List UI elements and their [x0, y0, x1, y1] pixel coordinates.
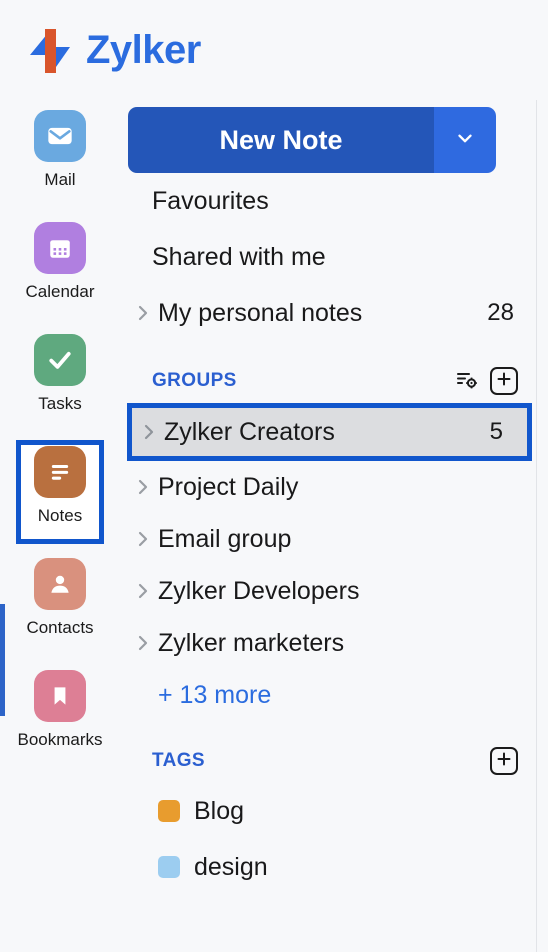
- app-logo-bar: Zylker: [0, 0, 548, 100]
- groups-header-actions: [454, 367, 538, 395]
- brand-name: Zylker: [86, 28, 201, 72]
- plus-icon: [496, 751, 512, 772]
- groups-section-header: GROUPS: [128, 359, 538, 403]
- group-item-zylker-marketers[interactable]: Zylker marketers: [128, 617, 538, 669]
- bookmark-icon: [34, 670, 86, 722]
- group-item-project-daily[interactable]: Project Daily: [128, 461, 538, 513]
- group-item-label: Project Daily: [158, 472, 299, 501]
- nav-item-favourites[interactable]: Favourites: [128, 173, 538, 229]
- app-rail: Mail Calendar Tasks Notes Contacts Bookm…: [0, 100, 120, 952]
- contact-icon: [34, 558, 86, 610]
- chevron-right-icon[interactable]: [134, 478, 152, 496]
- group-item-label: Zylker Creators: [164, 417, 335, 446]
- calendar-icon: [34, 222, 86, 274]
- notes-app-window: Zylker Mail Calendar Tasks Notes Contact…: [0, 0, 548, 952]
- groups-section-title: GROUPS: [152, 370, 237, 391]
- tags-header-actions: [490, 747, 538, 775]
- rail-item-label: Mail: [44, 170, 76, 189]
- show-more-groups-link[interactable]: + 13 more: [128, 669, 538, 721]
- app-body: Mail Calendar Tasks Notes Contacts Bookm…: [0, 100, 548, 952]
- chevron-right-icon[interactable]: [134, 582, 152, 600]
- zylker-logo-icon: [26, 25, 74, 75]
- add-group-button[interactable]: [490, 367, 518, 395]
- tag-item-label: design: [194, 852, 268, 881]
- tag-item-blog[interactable]: Blog: [128, 783, 538, 839]
- rail-item-tasks[interactable]: Tasks: [0, 328, 120, 440]
- group-item-email-group[interactable]: Email group: [128, 513, 538, 565]
- tag-color-swatch: [158, 856, 180, 878]
- chevron-down-icon: [454, 127, 476, 154]
- rail-item-notes[interactable]: Notes: [0, 440, 120, 552]
- chevron-right-icon[interactable]: [134, 304, 152, 322]
- group-item-count: 5: [489, 418, 503, 445]
- tag-item-label: Blog: [194, 796, 245, 825]
- rail-item-label: Contacts: [26, 618, 94, 637]
- rail-item-label: Tasks: [38, 394, 82, 413]
- sort-settings-icon[interactable]: [454, 368, 480, 394]
- new-note-split-button[interactable]: New Note: [128, 107, 496, 173]
- plus-icon: [496, 371, 512, 392]
- group-item-zylker-developers[interactable]: Zylker Developers: [128, 565, 538, 617]
- notes-nav-panel: New Note Favourites Shared with me My pe…: [120, 100, 548, 952]
- group-item-label: Zylker Developers: [158, 576, 360, 605]
- new-note-dropdown-button[interactable]: [434, 107, 496, 173]
- rail-item-label: Bookmarks: [17, 730, 103, 749]
- new-note-button[interactable]: New Note: [128, 107, 434, 173]
- group-item-label: Email group: [158, 524, 292, 553]
- nav-item-label: Shared with me: [152, 242, 326, 271]
- nav-item-count: 28: [487, 299, 514, 326]
- notes-icon: [34, 446, 86, 498]
- rail-item-label: Notes: [37, 506, 83, 525]
- nav-item-shared-with-me[interactable]: Shared with me: [128, 229, 538, 285]
- tag-item-design[interactable]: design: [128, 839, 538, 895]
- nav-item-label: Favourites: [152, 186, 269, 215]
- add-tag-button[interactable]: [490, 747, 518, 775]
- group-item-label: Zylker marketers: [158, 628, 345, 657]
- chevron-right-icon[interactable]: [134, 634, 152, 652]
- rail-item-mail[interactable]: Mail: [0, 104, 120, 216]
- chevron-right-icon[interactable]: [134, 530, 152, 548]
- nav-item-label: My personal notes: [158, 298, 363, 327]
- tags-section-title: TAGS: [152, 750, 205, 771]
- rail-item-contacts[interactable]: Contacts: [0, 552, 120, 664]
- mail-icon: [34, 110, 86, 162]
- check-icon: [34, 334, 86, 386]
- group-item-zylker-creators[interactable]: Zylker Creators 5: [127, 403, 532, 461]
- chevron-right-icon[interactable]: [140, 423, 158, 441]
- rail-item-calendar[interactable]: Calendar: [0, 216, 120, 328]
- rail-item-bookmarks[interactable]: Bookmarks: [0, 664, 120, 776]
- tags-section-header: TAGS: [128, 739, 538, 783]
- rail-item-label: Calendar: [25, 282, 95, 301]
- nav-item-my-personal-notes[interactable]: My personal notes 28: [128, 285, 538, 341]
- tag-color-swatch: [158, 800, 180, 822]
